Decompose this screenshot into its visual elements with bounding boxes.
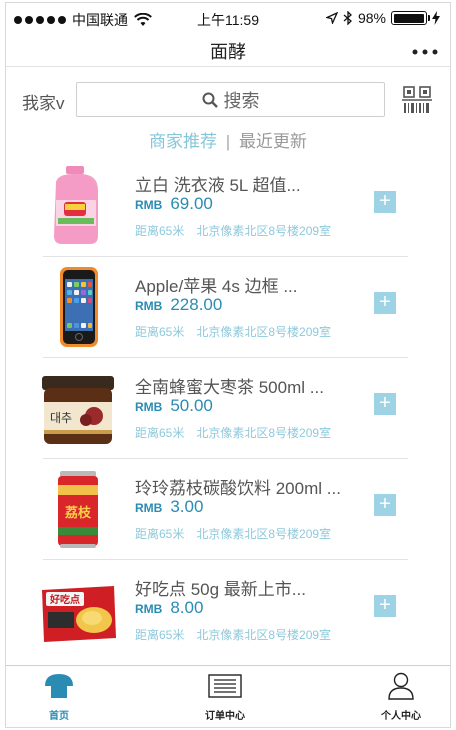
product-meta: 距离65米 北京像素北区8号楼209室 <box>135 424 331 441</box>
product-price: RMB 69.00 <box>135 194 213 214</box>
product-price: RMB 8.00 <box>135 598 203 618</box>
bluetooth-icon <box>343 11 352 25</box>
search-row: 我家v 搜索 <box>6 81 450 119</box>
list-item[interactable]: 好吃点 好吃点 50g 最新上市... RMB 8.00 距离65米 北京像素北… <box>6 560 450 661</box>
price-currency: RMB <box>135 501 163 515</box>
product-price: RMB 50.00 <box>135 396 213 416</box>
product-image-jujube-tea: 대추 <box>42 376 114 444</box>
product-name: 玲玲荔枝碳酸饮料 200ml ... <box>135 479 341 498</box>
add-to-cart-button[interactable]: + <box>374 393 396 415</box>
product-meta: 距离65米 北京像素北区8号楼209室 <box>135 222 331 239</box>
tab-orders-label: 订单中心 <box>205 711 245 722</box>
status-bar: 中国联通 上午11:59 98% <box>6 3 450 33</box>
list-item[interactable]: 立白 洗衣液 5L 超值... RMB 69.00 距离65米 北京像素北区8号… <box>6 156 450 257</box>
price-currency: RMB <box>135 602 163 616</box>
product-image-biscuit: 好吃点 <box>42 586 116 642</box>
tab-profile[interactable]: 个人中心 <box>361 672 441 722</box>
location-arrow-icon <box>325 12 338 24</box>
price-value: 8.00 <box>170 598 204 617</box>
home-icon <box>45 674 73 698</box>
product-address: 北京像素北区8号楼209室 <box>196 224 332 238</box>
product-address: 北京像素北区8号楼209室 <box>196 426 332 440</box>
status-right: 98% <box>325 10 440 26</box>
product-address: 北京像素北区8号楼209室 <box>196 628 332 642</box>
jar-label-text: 대추 <box>50 411 72 425</box>
nav-bar: 面酵 <box>6 33 450 67</box>
page-title: 面酵 <box>210 42 246 62</box>
tab-orders[interactable]: 订单中心 <box>185 672 265 722</box>
recommend-tabs: 商家推荐 | 最近更新 <box>6 127 450 152</box>
battery-percent: 98% <box>357 10 386 26</box>
bottom-tab-bar: 首页 订单中心 个人中心 <box>6 665 450 727</box>
search-placeholder: 搜索 <box>223 90 260 111</box>
price-value: 228.00 <box>170 295 223 314</box>
product-image-detergent <box>54 166 98 244</box>
product-address: 北京像素北区8号楼209室 <box>196 325 332 339</box>
product-name: 立白 洗衣液 5L 超值... <box>135 176 301 195</box>
price-value: 69.00 <box>170 194 213 213</box>
charging-bolt-icon <box>432 11 440 25</box>
tab-separator: | <box>225 132 231 151</box>
add-to-cart-button[interactable]: + <box>374 595 396 617</box>
add-to-cart-button[interactable]: + <box>374 494 396 516</box>
location-selector[interactable]: 我家v <box>22 89 65 114</box>
phone-screen: 中国联通 上午11:59 98% 面酵 我家v 搜索 商家推荐 | 最近更新 立… <box>5 2 451 728</box>
list-item[interactable]: 대추 全南蜂蜜大枣茶 500ml ... RMB 50.00 距离65米 北京像… <box>6 358 450 459</box>
pack-label-text: 好吃点 <box>49 593 80 606</box>
product-distance: 距离65米 <box>135 325 185 339</box>
search-input[interactable]: 搜索 <box>76 82 385 117</box>
more-options-button[interactable] <box>412 36 438 62</box>
add-to-cart-button[interactable]: + <box>374 292 396 314</box>
product-name: 好吃点 50g 最新上市... <box>135 580 306 599</box>
ellipsis-icon <box>412 49 438 55</box>
product-price: RMB 228.00 <box>135 295 222 315</box>
product-image-lychee-can: 荔枝 <box>58 471 98 548</box>
product-distance: 距离65米 <box>135 426 185 440</box>
tab-recent-updates[interactable]: 最近更新 <box>239 132 307 151</box>
price-currency: RMB <box>135 299 163 313</box>
product-price: RMB 3.00 <box>135 497 203 517</box>
tab-merchant-recommend[interactable]: 商家推荐 <box>149 132 217 151</box>
product-distance: 距离65米 <box>135 224 185 238</box>
price-value: 3.00 <box>170 497 204 516</box>
product-meta: 距离65米 北京像素北区8号楼209室 <box>135 323 331 340</box>
product-distance: 距离65米 <box>135 628 185 642</box>
add-to-cart-button[interactable]: + <box>374 191 396 213</box>
tab-profile-label: 个人中心 <box>381 711 421 722</box>
price-currency: RMB <box>135 400 163 414</box>
search-icon <box>202 92 218 108</box>
person-icon <box>388 672 414 700</box>
qr-code-icon[interactable] <box>402 85 432 115</box>
can-label-text: 荔枝 <box>64 505 92 521</box>
product-image-iphone <box>60 267 98 347</box>
product-list: 立白 洗衣液 5L 超值... RMB 69.00 距离65米 北京像素北区8号… <box>6 156 450 661</box>
product-address: 北京像素北区8号楼209室 <box>196 527 332 541</box>
product-meta: 距离65米 北京像素北区8号楼209室 <box>135 525 331 542</box>
battery-fill <box>393 13 424 23</box>
order-list-icon <box>208 674 242 698</box>
list-item[interactable]: Apple/苹果 4s 边框 ... RMB 228.00 距离65米 北京像素… <box>6 257 450 358</box>
product-distance: 距离65米 <box>135 527 185 541</box>
tab-home[interactable]: 首页 <box>19 672 99 722</box>
list-item[interactable]: 荔枝 玲玲荔枝碳酸饮料 200ml ... RMB 3.00 距离65米 北京像… <box>6 459 450 560</box>
product-name: Apple/苹果 4s 边框 ... <box>135 277 298 296</box>
battery-icon <box>391 11 430 25</box>
product-name: 全南蜂蜜大枣茶 500ml ... <box>135 378 324 397</box>
tab-home-label: 首页 <box>49 711 69 722</box>
price-currency: RMB <box>135 198 163 212</box>
price-value: 50.00 <box>170 396 213 415</box>
product-meta: 距离65米 北京像素北区8号楼209室 <box>135 626 331 643</box>
